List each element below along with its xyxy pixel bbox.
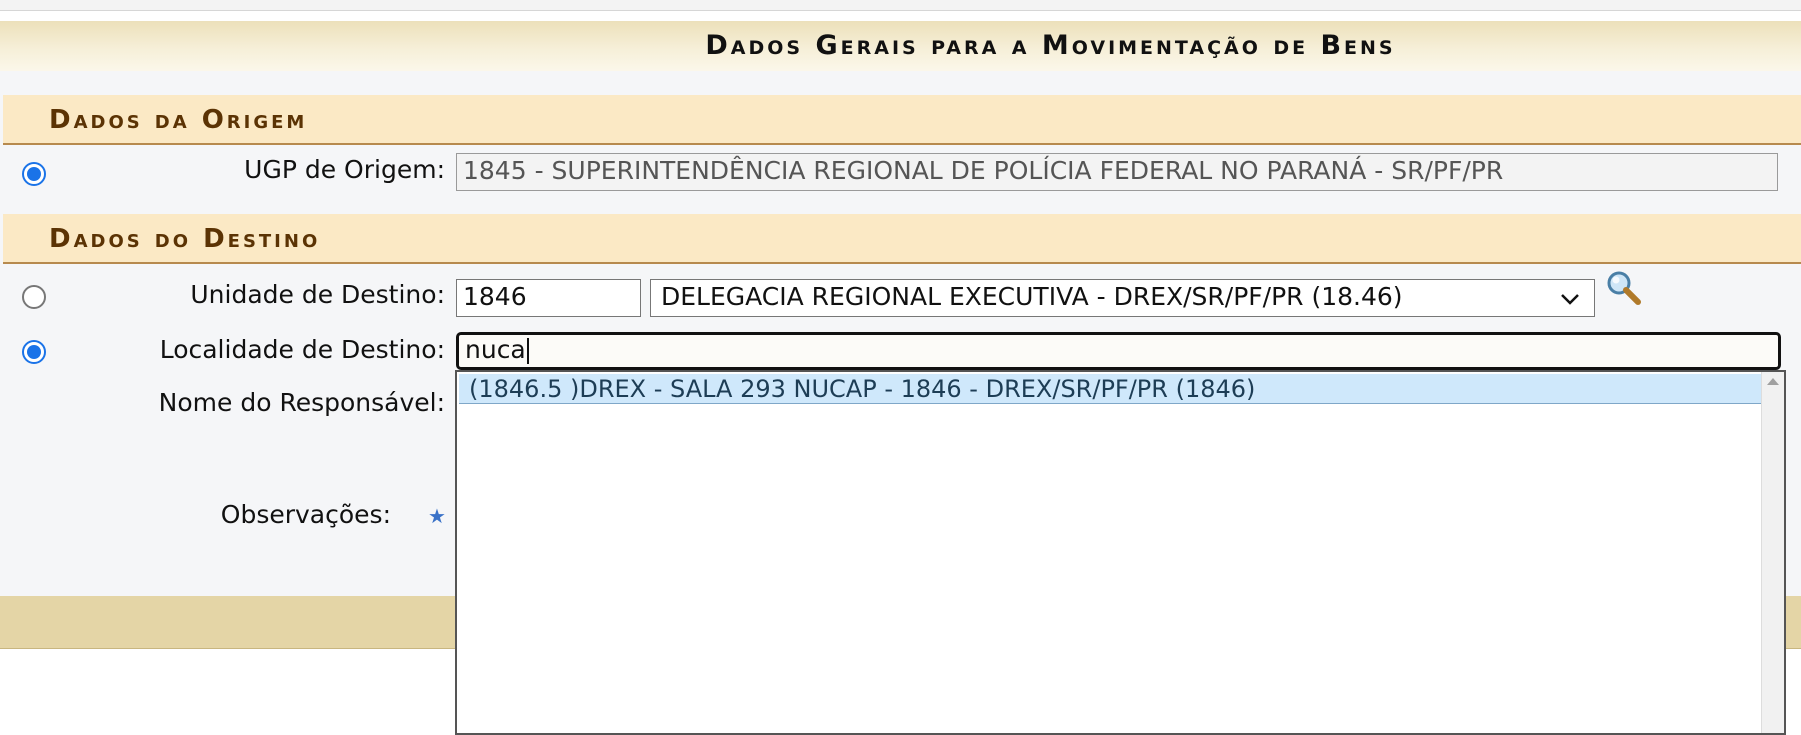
- radio-localidade-destino[interactable]: [22, 340, 46, 364]
- chevron-down-icon: [1561, 294, 1579, 305]
- unidade-selected-value: DELEGACIA REGIONAL EXECUTIVA - DREX/SR/P…: [661, 282, 1403, 311]
- unidade-code-input[interactable]: 1846: [456, 279, 641, 317]
- unidade-destino-label: Unidade de Destino:: [190, 280, 445, 309]
- radio-unidade-destino[interactable]: [22, 285, 46, 309]
- radio-ugp-origem[interactable]: [22, 162, 46, 186]
- section-destino: Dados do Destino: [3, 214, 1801, 264]
- ugp-origem-field: 1845 - SUPERINTENDÊNCIA REGIONAL DE POLÍ…: [456, 153, 1778, 191]
- scroll-up-icon[interactable]: [1767, 378, 1779, 385]
- scrollbar[interactable]: [1761, 372, 1784, 733]
- page-title: Dados Gerais para a Movimentação de Bens: [705, 30, 1396, 61]
- localidade-typed-text: nuca: [465, 335, 526, 364]
- localidade-destino-label: Localidade de Destino:: [159, 335, 445, 364]
- magnifier-icon[interactable]: [1605, 269, 1643, 307]
- star-icon: ★: [428, 504, 446, 528]
- unidade-destino-select[interactable]: DELEGACIA REGIONAL EXECUTIVA - DREX/SR/P…: [650, 279, 1595, 317]
- autocomplete-list[interactable]: (1846.5 )DREX - SALA 293 NUCAP - 1846 - …: [455, 370, 1786, 735]
- observacoes-label: Observações:: [220, 500, 391, 529]
- text-caret: [526, 338, 529, 364]
- section-origem-title: Dados da Origem: [49, 105, 308, 135]
- ugp-origem-label: UGP de Origem:: [244, 155, 445, 184]
- section-destino-title: Dados do Destino: [49, 224, 321, 254]
- localidade-destino-input[interactable]: nuca: [456, 332, 1781, 370]
- section-origem: Dados da Origem: [3, 95, 1801, 145]
- responsavel-label: Nome do Responsável:: [158, 388, 445, 417]
- page-header: Dados Gerais para a Movimentação de Bens: [0, 21, 1801, 71]
- top-edge: [0, 0, 1801, 11]
- autocomplete-item[interactable]: (1846.5 )DREX - SALA 293 NUCAP - 1846 - …: [459, 374, 1762, 404]
